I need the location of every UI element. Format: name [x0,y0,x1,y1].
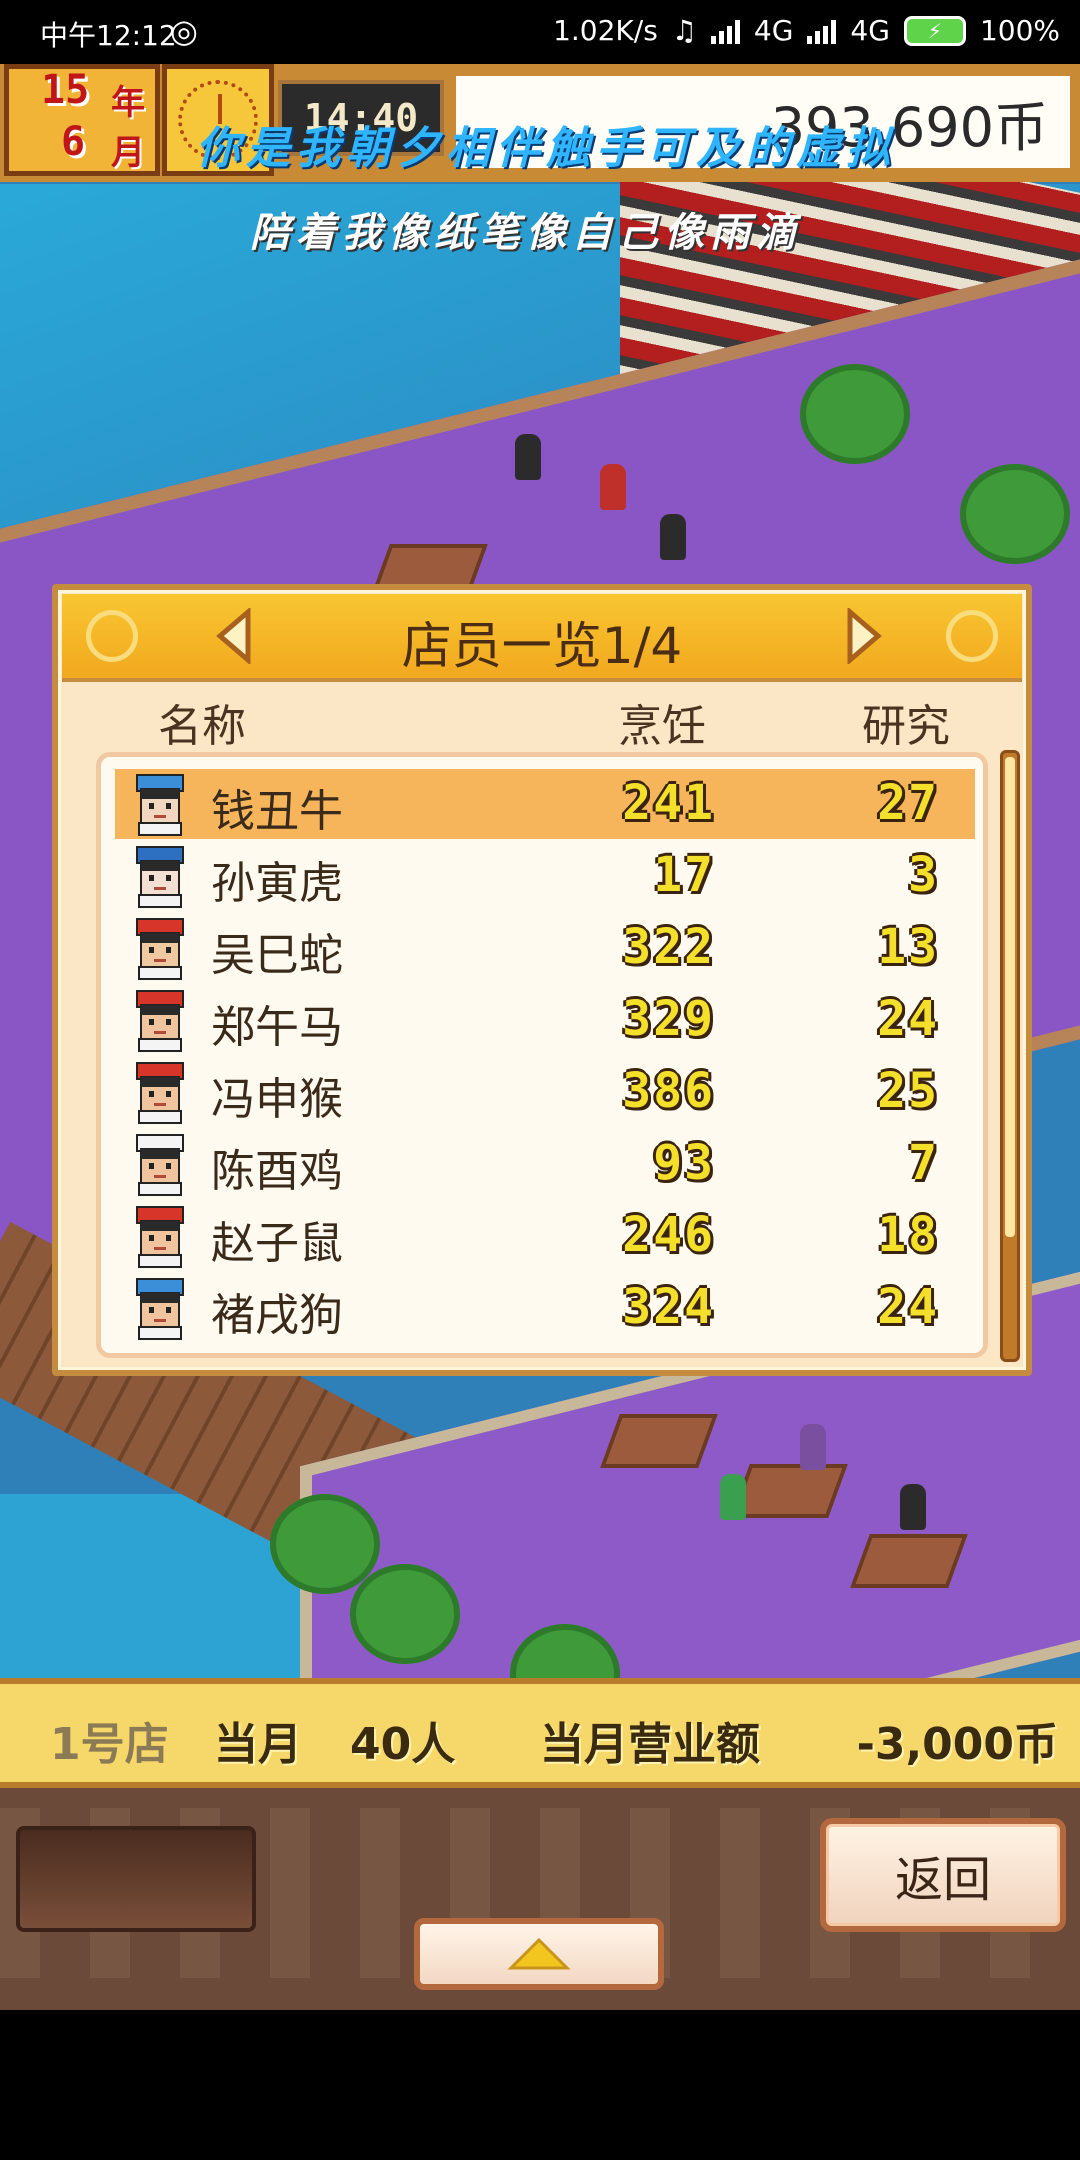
staff-avatar [136,774,184,836]
customer-sprite [515,434,541,480]
month-unit: 月 [111,133,145,173]
cooking-skill: 386 [622,1063,715,1119]
staff-sprite [600,464,626,510]
customer-sprite [720,1474,746,1520]
research-skill: 18 [877,1207,939,1263]
scrollbar[interactable] [1000,750,1020,1362]
staff-name: 钱丑牛 [211,786,343,837]
sync-icon: ◎ [170,12,198,50]
staff-name: 赵子鼠 [211,1218,343,1269]
staff-row[interactable]: 孙寅虎 17 3 [115,841,975,911]
next-page-button[interactable] [840,608,888,664]
staff-list: 钱丑牛 241 27 孙寅虎 17 3 吴巳蛇 322 13 郑午马 329 24 冯申猴 386 25 陈酉… [96,752,988,1358]
staff-row[interactable]: 赵子鼠 246 18 [115,1201,975,1271]
cooking-skill: 17 [653,847,715,903]
month-value: 6 [61,119,86,165]
network-type-2: 4G [850,14,890,47]
staff-row[interactable]: 褚戌狗 324 24 [115,1273,975,1343]
staff-avatar [136,1134,184,1196]
staff-avatar [136,1206,184,1268]
dialog-header: 店员一览1/4 [62,594,1022,682]
back-button[interactable]: 返回 [820,1818,1066,1932]
scrollbar-thumb[interactable] [1005,757,1015,1237]
cooking-skill: 324 [622,1279,715,1335]
research-skill: 24 [877,1279,939,1335]
status-time: 中午12:12 [40,19,177,52]
arrow-right-icon [847,608,882,664]
battery-level: 100% [979,14,1060,47]
dining-table [850,1534,968,1588]
research-skill: 7 [908,1135,939,1191]
cooking-skill: 93 [653,1135,715,1191]
status-right: 1.02K/s ♫ 4G 4G ⚡ 100% [553,14,1060,47]
staff-avatar [136,1278,184,1340]
research-skill: 13 [877,919,939,975]
research-skill: 24 [877,991,939,1047]
cooking-skill: 322 [622,919,715,975]
cooking-skill: 246 [622,1207,715,1263]
tree [960,464,1070,564]
staff-name: 冯申猴 [211,1074,343,1125]
menu-slot[interactable] [16,1826,256,1932]
staff-list-dialog: 店员一览1/4 名称 烹饪 研究 钱丑牛 241 27 孙寅虎 17 3 吴巳蛇 322 13 郑… [52,584,1032,1376]
store-info-bar: 1号店 当月 40人 当月营业额 -3,000币 [0,1678,1080,1788]
staff-avatar [136,846,184,908]
headphone-icon: ♫ [671,14,697,47]
customer-sprite [660,514,686,560]
network-speed: 1.02K/s [553,14,658,47]
research-skill: 27 [877,775,939,831]
month-label: 当月 [214,1719,302,1770]
store-label: 1号店 [50,1719,169,1770]
staff-row[interactable]: 陈酉鸡 93 7 [115,1129,975,1199]
triangle-up-icon [507,1937,571,1970]
bottom-controls: 返回 [0,1788,1080,2010]
battery-icon: ⚡ [903,15,966,46]
year-value: 15 [41,67,90,113]
staff-avatar [136,1062,184,1124]
signal-icon [710,18,740,44]
staff-name: 孙寅虎 [211,858,343,909]
research-skill: 25 [877,1063,939,1119]
lyric-line-1: 你是我朝夕相伴触手可及的虚拟 [196,123,896,174]
sales-amount: -3,000币 [856,1719,1058,1770]
sales-label: 当月营业额 [540,1719,760,1770]
staff-name: 陈酉鸡 [211,1146,343,1197]
staff-name: 郑午马 [211,1002,343,1053]
staff-row[interactable]: 吴巳蛇 322 13 [115,913,975,983]
research-skill: 3 [908,847,939,903]
staff-row[interactable]: 郑午马 329 24 [115,985,975,1055]
customer-sprite [900,1484,926,1530]
customer-sprite [800,1424,826,1470]
status-bar: 中午12:12 ◎ 1.02K/s ♫ 4G 4G ⚡ 100% [0,0,1080,64]
dining-table [600,1414,718,1468]
tree [800,364,910,464]
staff-name: 吴巳蛇 [211,930,343,981]
staff-row[interactable]: 冯申猴 386 25 [115,1057,975,1127]
staff-avatar [136,990,184,1052]
date-panel: 15 年 6 月 [4,64,160,176]
year-unit: 年 [111,83,145,123]
dining-table [730,1464,848,1518]
staff-avatar [136,918,184,980]
cooking-skill: 241 [622,775,715,831]
column-header-name: 名称 [158,701,246,752]
column-header-cooking: 烹饪 [618,701,706,752]
lyric-line-2: 陪着我像纸笔像自己像雨滴 [250,209,802,256]
expand-menu-button[interactable] [414,1918,664,1990]
customer-count: 40人 [350,1719,456,1770]
network-type-1: 4G [753,14,794,47]
staff-name: 褚戌狗 [211,1290,343,1341]
column-header-research: 研究 [862,701,950,752]
tree [270,1494,380,1594]
cooking-skill: 329 [622,991,715,1047]
tree [350,1564,460,1664]
signal-icon-2 [807,18,837,44]
staff-row[interactable]: 钱丑牛 241 27 [115,769,975,839]
